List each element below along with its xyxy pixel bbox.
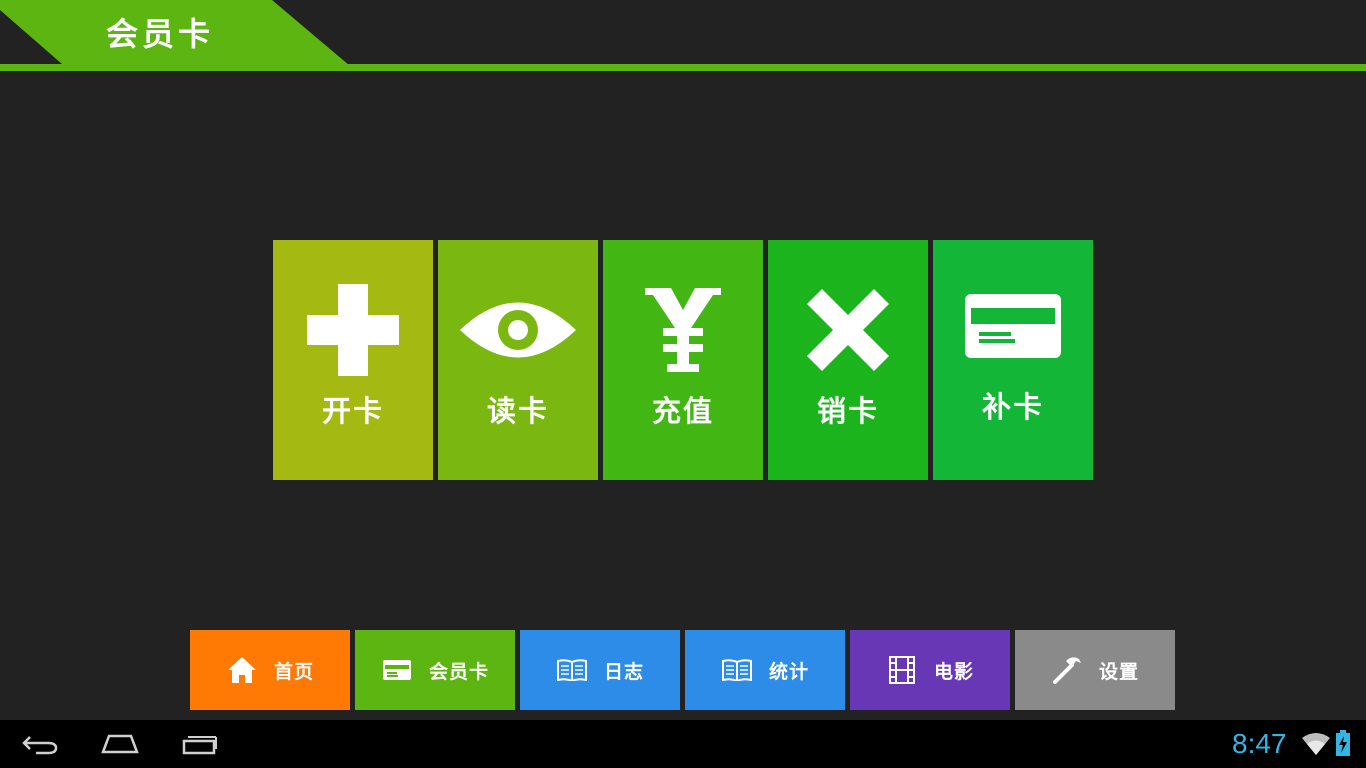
read-card-tile[interactable]: 读卡 [438,240,598,480]
battery-icon [1336,730,1350,756]
recent-apps-icon [182,736,217,755]
back-button[interactable] [20,728,60,760]
book-icon [556,659,587,681]
wifi-icon [1302,733,1330,755]
nav-log[interactable]: 日志 [520,630,680,710]
open-card-tile[interactable]: 开卡 [273,240,433,480]
eye-icon [460,302,576,358]
home-outline-icon [101,734,139,754]
film-icon [888,656,915,684]
tile-label: 补卡 [981,390,1044,424]
nav-label: 首页 [273,660,314,683]
nav-label: 会员卡 [428,660,489,683]
system-navigation-bar: 8:47 [0,720,1366,768]
nav-home[interactable]: 首页 [190,630,350,710]
tile-label: 销卡 [816,394,879,428]
clock: 8:47 [1232,728,1287,759]
nav-member-card[interactable]: 会员卡 [355,630,515,710]
recent-apps-button[interactable] [180,728,220,760]
cancel-card-tile[interactable]: 销卡 [768,240,928,480]
tile-label: 读卡 [486,394,549,428]
book-icon [721,659,752,681]
plus-icon [307,284,399,376]
nav-label: 电影 [933,660,974,683]
recharge-tile[interactable]: 充值 [603,240,763,480]
card-icon [965,294,1061,358]
home-icon [227,657,256,683]
hammer-icon [1052,657,1081,684]
page-title: 会员卡 [106,15,215,53]
tile-label: 充值 [651,394,714,428]
nav-movie[interactable]: 电影 [850,630,1010,710]
nav-label: 日志 [603,660,644,683]
app-window: 会员卡 开卡 读卡 充值 销卡 补卡 首页 会员卡 日志 统计 电影 设置 8:… [0,0,1366,768]
nav-settings[interactable]: 设置 [1015,630,1175,710]
card-icon [382,660,411,680]
tile-label: 开卡 [321,394,384,428]
nav-label: 统计 [768,660,809,683]
yen-icon [645,288,721,372]
nav-statistics[interactable]: 统计 [685,630,845,710]
x-icon [807,289,889,371]
nav-label: 设置 [1098,660,1139,683]
back-icon [22,736,58,755]
reissue-card-tile[interactable]: 补卡 [933,240,1093,480]
home-button[interactable] [100,728,140,760]
